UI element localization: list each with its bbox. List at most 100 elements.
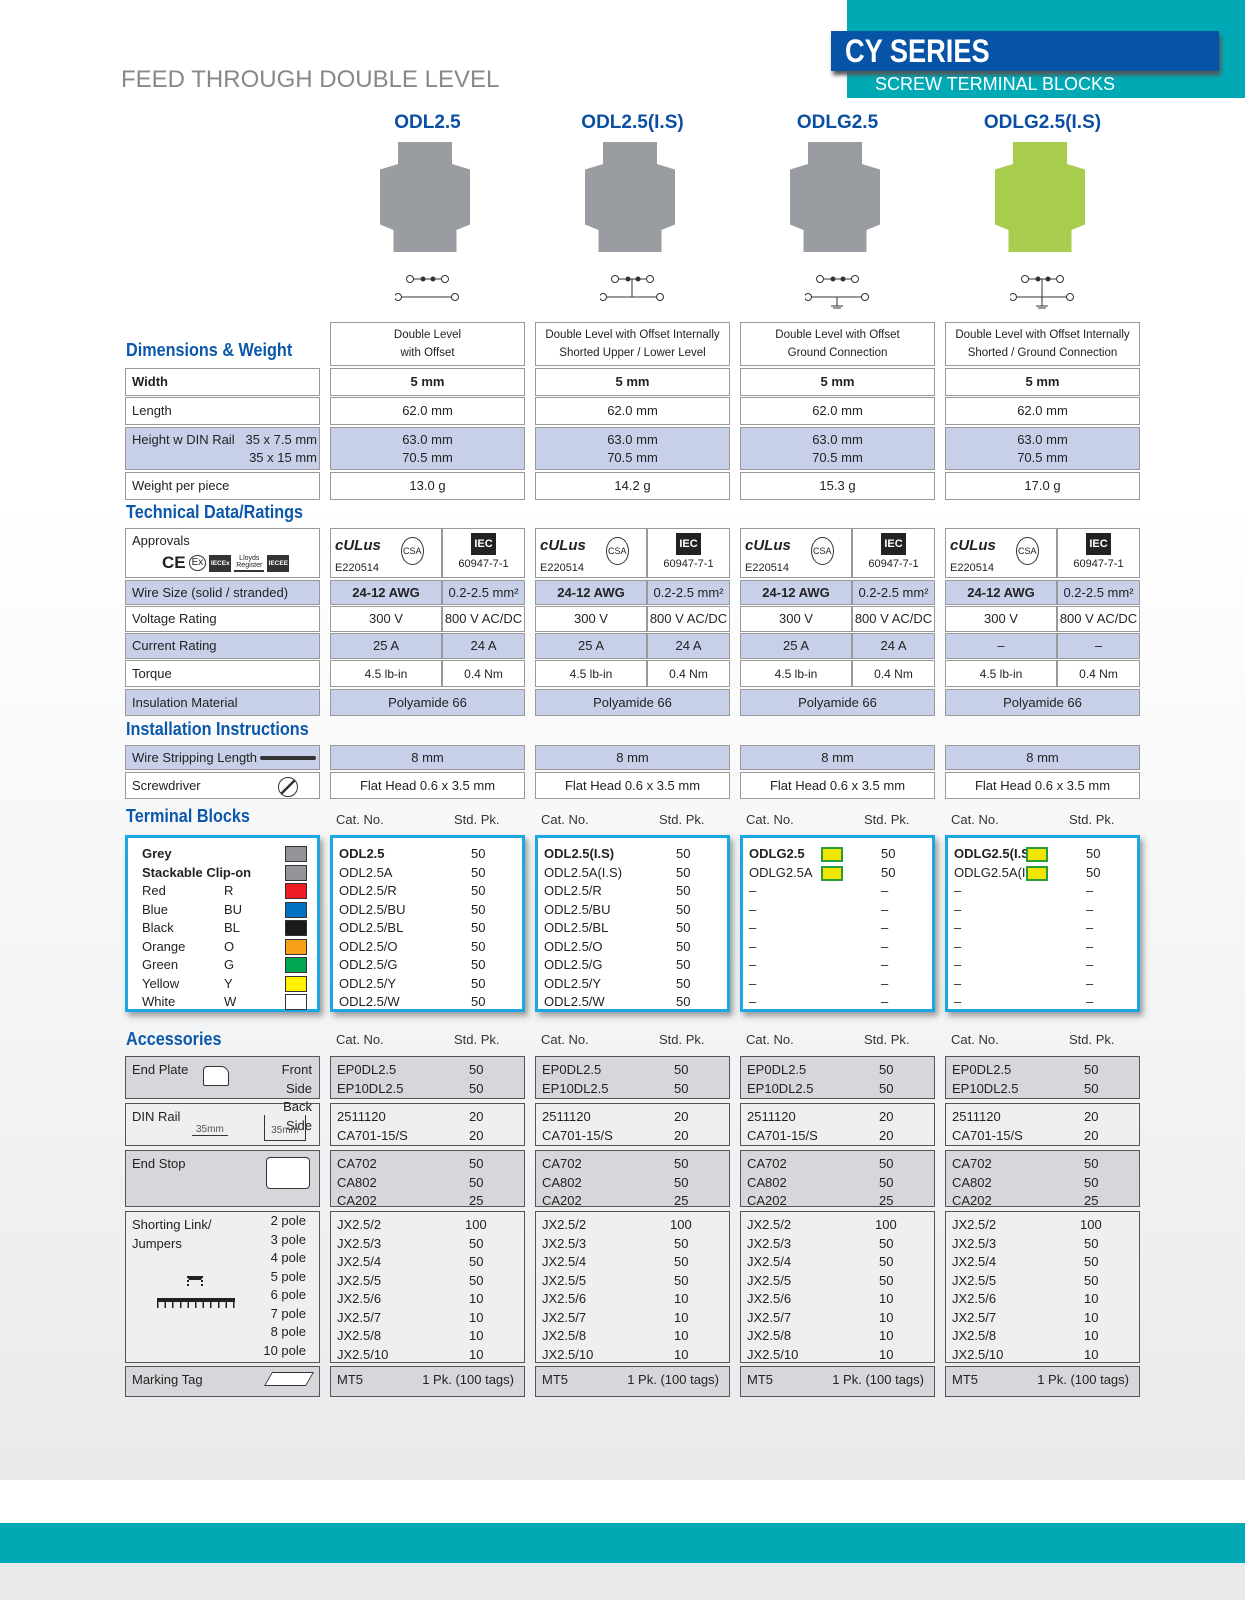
ul-csa-approval: cULus CSA E220514	[945, 528, 1057, 578]
current-iec: 24 A	[442, 633, 525, 659]
accessory-row: EP10DL2.5 50	[337, 1080, 518, 1099]
product-title: ODL2.5(I.S)	[581, 112, 684, 133]
accessory-row: JX2.5/2 100	[542, 1216, 723, 1235]
cat-no: JX2.5/4	[952, 1254, 997, 1269]
ul-file-no: E220514	[950, 562, 995, 574]
std-pk: 50	[879, 1254, 894, 1269]
weight-value: 14.2 g	[535, 472, 730, 500]
section-title-dim: Dimensions & Weight	[126, 340, 293, 360]
accessory-row: JX2.5/3 50	[747, 1235, 928, 1254]
pole-label: 10 pole	[263, 1342, 306, 1358]
std-pk: 50	[879, 1174, 894, 1190]
catalog-row: ODL2.5A(I.S) 50	[544, 865, 721, 884]
accessory-row: CA702 50	[747, 1155, 928, 1174]
std-pk: 100	[670, 1217, 692, 1232]
product-image	[995, 142, 1085, 252]
label-current: Current Rating	[125, 633, 320, 659]
std-pk: 50	[676, 938, 691, 954]
color-swatch	[285, 938, 307, 955]
std-pk: 20	[1084, 1127, 1099, 1143]
color-name: Green	[142, 957, 179, 972]
footer-white	[0, 1480, 1245, 1523]
accessory-row: EP0DL2.5 50	[542, 1061, 723, 1080]
product-image	[585, 142, 675, 252]
weight-value: 17.0 g	[945, 472, 1140, 500]
ul-file-no: E220514	[745, 562, 790, 574]
std-pk: 1 Pk. (100 tags)	[627, 1372, 719, 1387]
catalog-row: – –	[954, 920, 1131, 939]
section-title-acc: Accessories	[126, 1029, 222, 1049]
cat-no: ODL2.5/BU	[544, 901, 611, 917]
catalog-row: – –	[749, 920, 926, 939]
voltage-ul: 300 V	[330, 606, 442, 632]
std-pk: 20	[674, 1127, 689, 1143]
accessory-row: JX2.5/2 100	[747, 1216, 928, 1235]
std-pk: 100	[1080, 1217, 1102, 1232]
accessory-din-list: 2511120 20 CA701-15/S 20	[535, 1103, 730, 1146]
accessory-row: JX2.5/4 50	[337, 1253, 518, 1272]
color-row: Grey	[134, 846, 311, 865]
catalog-row: ODLG2.5A(I.S) 50	[954, 865, 1131, 884]
wire-awg: 24-12 AWG	[945, 580, 1057, 605]
accessory-row: EP0DL2.5 50	[952, 1061, 1133, 1080]
cat-no: JX2.5/7	[952, 1309, 997, 1325]
std-pk: 20	[469, 1127, 484, 1143]
ul-logo-icon: cULus	[950, 537, 996, 554]
width-value: 5 mm	[330, 368, 525, 396]
wire-mm2: 0.2-2.5 mm²	[647, 580, 730, 605]
ul-logo-icon: cULus	[335, 537, 381, 554]
cat-no: ODL2.5/O	[339, 938, 398, 954]
stripping-length: 8 mm	[945, 745, 1140, 770]
std-pk: 25	[879, 1193, 894, 1208]
std-pk: –	[881, 920, 889, 935]
accessory-row: JX2.5/4 50	[952, 1253, 1133, 1272]
std-pk-header: Std. Pk.	[1069, 1032, 1115, 1047]
catalog-row: – –	[749, 939, 926, 958]
circuit-schematic-icon	[394, 270, 465, 310]
marking-tag-label: Marking Tag	[132, 1372, 203, 1387]
height-value: 63.0 mm 70.5 mm	[945, 427, 1140, 470]
cat-no: MT5	[542, 1372, 568, 1387]
std-pk: 50	[879, 1156, 894, 1171]
marking-tag-icon	[263, 1372, 315, 1386]
accessory-row: JX2.5/10 10	[337, 1346, 518, 1365]
height-h2: 70.5 mm	[402, 449, 453, 465]
label-height: Height w DIN Rail 35 x 7.5 mm 35 x 15 mm	[125, 427, 320, 470]
accessory-end-plate-list: EP0DL2.5 50 EP10DL2.5 50	[535, 1056, 730, 1099]
color-name: Orange	[142, 938, 186, 954]
accessory-row: EP0DL2.5 50	[747, 1061, 928, 1080]
cat-no: MT5	[747, 1372, 773, 1387]
accessory-marking-list: MT5 1 Pk. (100 tags)	[740, 1366, 935, 1397]
catalog-row: ODL2.5/BL 50	[544, 920, 721, 939]
std-pk: 50	[1084, 1272, 1099, 1288]
std-pk: 10	[1084, 1346, 1099, 1362]
desc-line-2: Ground Connection	[787, 347, 888, 359]
cat-no: JX2.5/5	[747, 1272, 792, 1288]
voltage-iec: 800 V AC/DC	[1057, 606, 1140, 632]
schematic-svg	[599, 275, 664, 301]
cat-no: JX2.5/6	[337, 1291, 382, 1306]
std-pk: 50	[471, 864, 486, 880]
screwdriver-value: Flat Head 0.6 x 3.5 mm	[945, 772, 1140, 799]
cat-no: JX2.5/2	[337, 1217, 382, 1232]
std-pk: 50	[676, 920, 691, 935]
wire-awg: 24-12 AWG	[330, 580, 442, 605]
ground-symbol-icon	[821, 865, 843, 881]
cat-no: ODL2.5/G	[544, 957, 603, 972]
std-pk: 50	[879, 1062, 894, 1077]
cat-no: –	[749, 920, 757, 935]
color-swatch	[285, 975, 307, 992]
weight-value: 13.0 g	[330, 472, 525, 500]
accessory-row: JX2.5/7 10	[952, 1309, 1133, 1328]
catalog-row: – –	[749, 994, 926, 1013]
cat-no: ODL2.5A(I.S)	[544, 864, 623, 880]
std-pk: 50	[1084, 1156, 1099, 1171]
std-pk: –	[881, 901, 889, 917]
accessory-row: CA202 25	[747, 1192, 928, 1211]
iec-approval: IEC 60947-7-1	[852, 528, 935, 578]
width-value: 5 mm	[945, 368, 1140, 396]
std-pk: 50	[676, 846, 691, 861]
cat-no: –	[954, 975, 962, 991]
catalog-row: ODL2.5/R 50	[544, 883, 721, 902]
accessory-row: JX2.5/4 50	[747, 1253, 928, 1272]
